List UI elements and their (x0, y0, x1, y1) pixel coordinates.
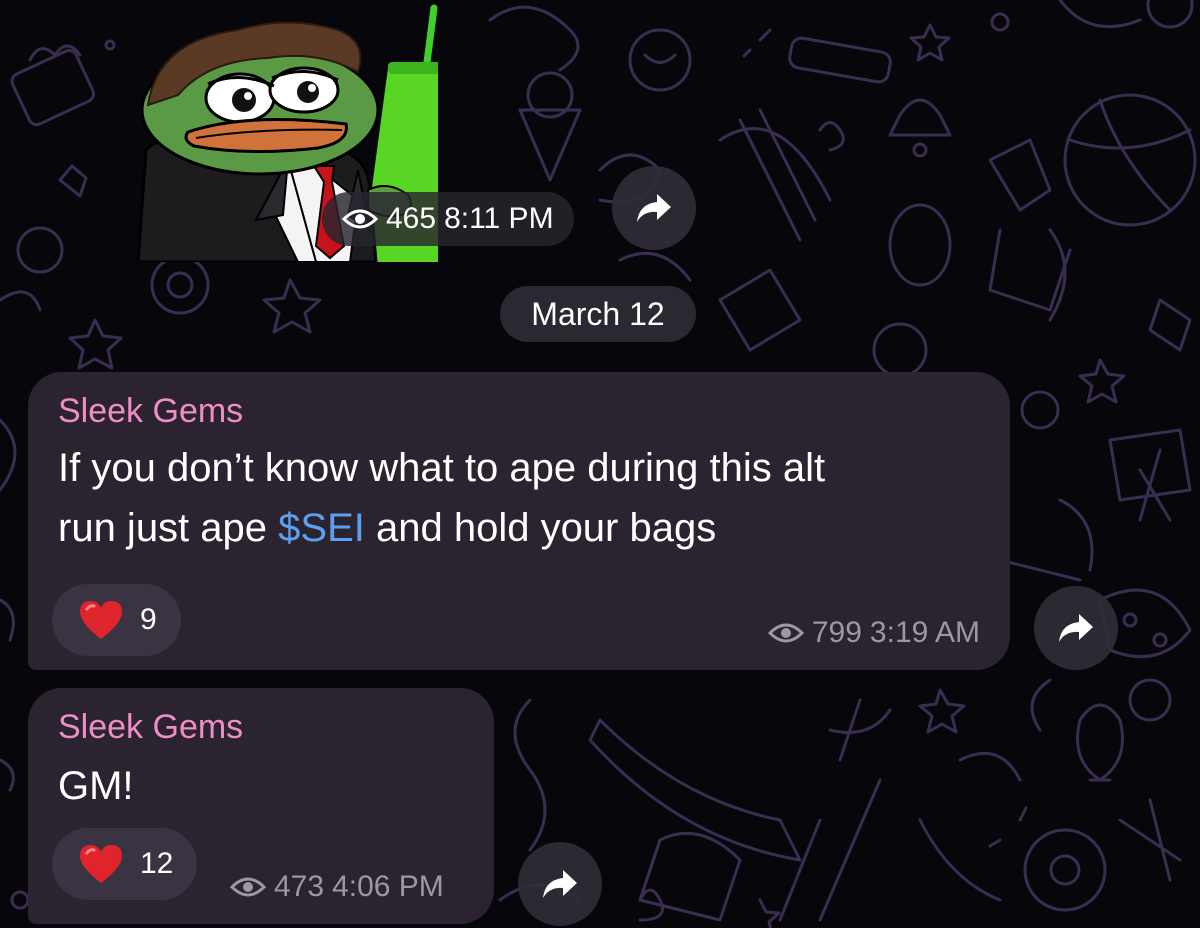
message-time: 4:06 PM (332, 870, 444, 903)
reaction-count: 12 (140, 847, 174, 880)
message-meta: 799 3:19 AM (767, 616, 980, 650)
message-text-fragment: run just ape (58, 506, 279, 550)
reaction-heart[interactable]: 12 (52, 828, 198, 900)
reaction-heart[interactable]: 9 (52, 584, 181, 656)
forward-button[interactable] (612, 166, 696, 250)
views-eye-icon (767, 623, 804, 643)
message-time: 3:19 AM (869, 616, 980, 649)
sticker-views: 465 (386, 202, 437, 235)
message-text: GM! (58, 764, 134, 808)
message-meta: 473 4:06 PM (230, 870, 444, 904)
message-text-line: run just ape $SEI and hold your bags (58, 498, 825, 558)
cashtag-link[interactable]: $SEI (278, 506, 365, 550)
views-eye-icon (342, 209, 378, 229)
heart-icon (80, 601, 122, 639)
forward-button[interactable] (518, 842, 602, 926)
message-bubble[interactable]: Sleek Gems GM! 12 473 4:06 PM (28, 688, 494, 924)
forward-button[interactable] (1034, 586, 1118, 670)
reaction-count: 9 (140, 603, 157, 636)
date-separator: March 12 (500, 286, 696, 342)
share-arrow-icon (1059, 614, 1093, 642)
message-bubble[interactable]: Sleek Gems If you don’t know what to ape… (28, 372, 1010, 670)
sticker-time: 8:11 PM (444, 202, 554, 235)
views-eye-icon (230, 877, 266, 897)
view-count: 473 (274, 870, 325, 903)
heart-icon (80, 845, 122, 883)
view-count: 799 (811, 616, 862, 649)
sticker-meta: 465 8:11 PM (322, 192, 574, 246)
message-text-fragment: and hold your bags (364, 506, 717, 550)
sender-name[interactable]: Sleek Gems (58, 708, 243, 747)
share-arrow-icon (543, 870, 577, 898)
sender-name[interactable]: Sleek Gems (58, 392, 243, 431)
share-arrow-icon (637, 194, 671, 222)
message-text: If you don’t know what to ape during thi… (58, 438, 825, 558)
message-text-line: If you don’t know what to ape during thi… (58, 446, 826, 490)
